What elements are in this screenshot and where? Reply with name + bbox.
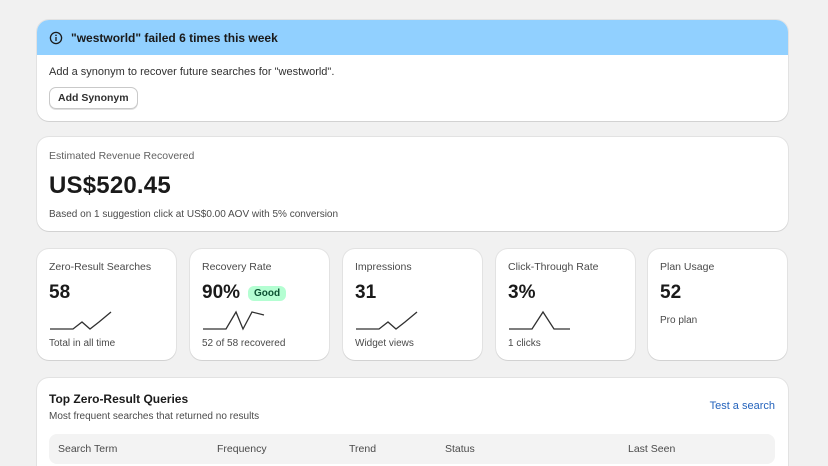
top-queries-card: Top Zero-Result Queries Most frequent se… (37, 378, 788, 466)
metric-subtext: 1 clicks (508, 338, 541, 349)
metric-label: Impressions (355, 261, 412, 273)
sparkline (509, 310, 570, 330)
metric-card-click-through-rate: Click-Through Rate 3% 1 clicks (496, 249, 635, 360)
sparkline (50, 311, 112, 330)
banner-header: "westworld" failed 6 times this week (37, 20, 788, 55)
metric-value: 58 (49, 282, 71, 303)
test-search-link[interactable]: Test a search (710, 400, 775, 412)
metric-label: Plan Usage (660, 261, 715, 273)
add-synonym-button[interactable]: Add Synonym (49, 87, 138, 109)
metric-card-zero-result-searches: Zero-Result Searches 58 Total in all tim… (37, 249, 176, 360)
failed-search-banner: "westworld" failed 6 times this week Add… (37, 20, 788, 121)
section-subtitle: Most frequent searches that returned no … (49, 411, 260, 422)
metric-value: 52 (660, 282, 682, 303)
metric-card-impressions: Impressions 31 Widget views (343, 249, 482, 360)
column-header-frequency[interactable]: Frequency (217, 443, 267, 455)
metric-value: 31 (355, 282, 377, 303)
revenue-value: US$520.45 (49, 172, 171, 199)
metric-label: Recovery Rate (202, 261, 272, 273)
column-header-last-seen[interactable]: Last Seen (628, 443, 675, 455)
sparkline (356, 311, 418, 330)
metric-subtext: Total in all time (49, 338, 116, 349)
column-header-trend[interactable]: Trend (349, 443, 376, 455)
revenue-note: Based on 1 suggestion click at US$0.00 A… (49, 209, 339, 220)
dashboard-page: "westworld" failed 6 times this week Add… (0, 0, 828, 466)
metric-card-plan-usage: Plan Usage 52 Pro plan (648, 249, 787, 360)
metric-subtext: Pro plan (660, 315, 698, 326)
section-title: Top Zero-Result Queries (49, 392, 189, 406)
metric-label: Zero-Result Searches (49, 261, 152, 273)
sparkline (203, 310, 265, 331)
column-header-status[interactable]: Status (445, 443, 475, 455)
metric-subtext: Widget views (355, 338, 414, 349)
banner-title: "westworld" failed 6 times this week (71, 30, 278, 45)
banner-message: Add a synonym to recover future searches… (49, 66, 335, 78)
revenue-card: Estimated Revenue Recovered US$520.45 Ba… (37, 137, 788, 231)
metric-value: 3% (508, 282, 536, 303)
metric-label: Click-Through Rate (508, 261, 599, 273)
revenue-label: Estimated Revenue Recovered (49, 150, 195, 162)
table-header: Search Term Frequency Trend Status Last … (49, 434, 775, 464)
metric-value: 90% (202, 282, 241, 303)
column-header-search-term[interactable]: Search Term (58, 443, 117, 455)
metric-subtext: 52 of 58 recovered (202, 338, 286, 349)
metric-card-recovery-rate: Recovery Rate 90% Good 52 of 58 recovere… (190, 249, 329, 360)
status-badge: Good (248, 285, 287, 301)
info-icon (49, 31, 63, 45)
